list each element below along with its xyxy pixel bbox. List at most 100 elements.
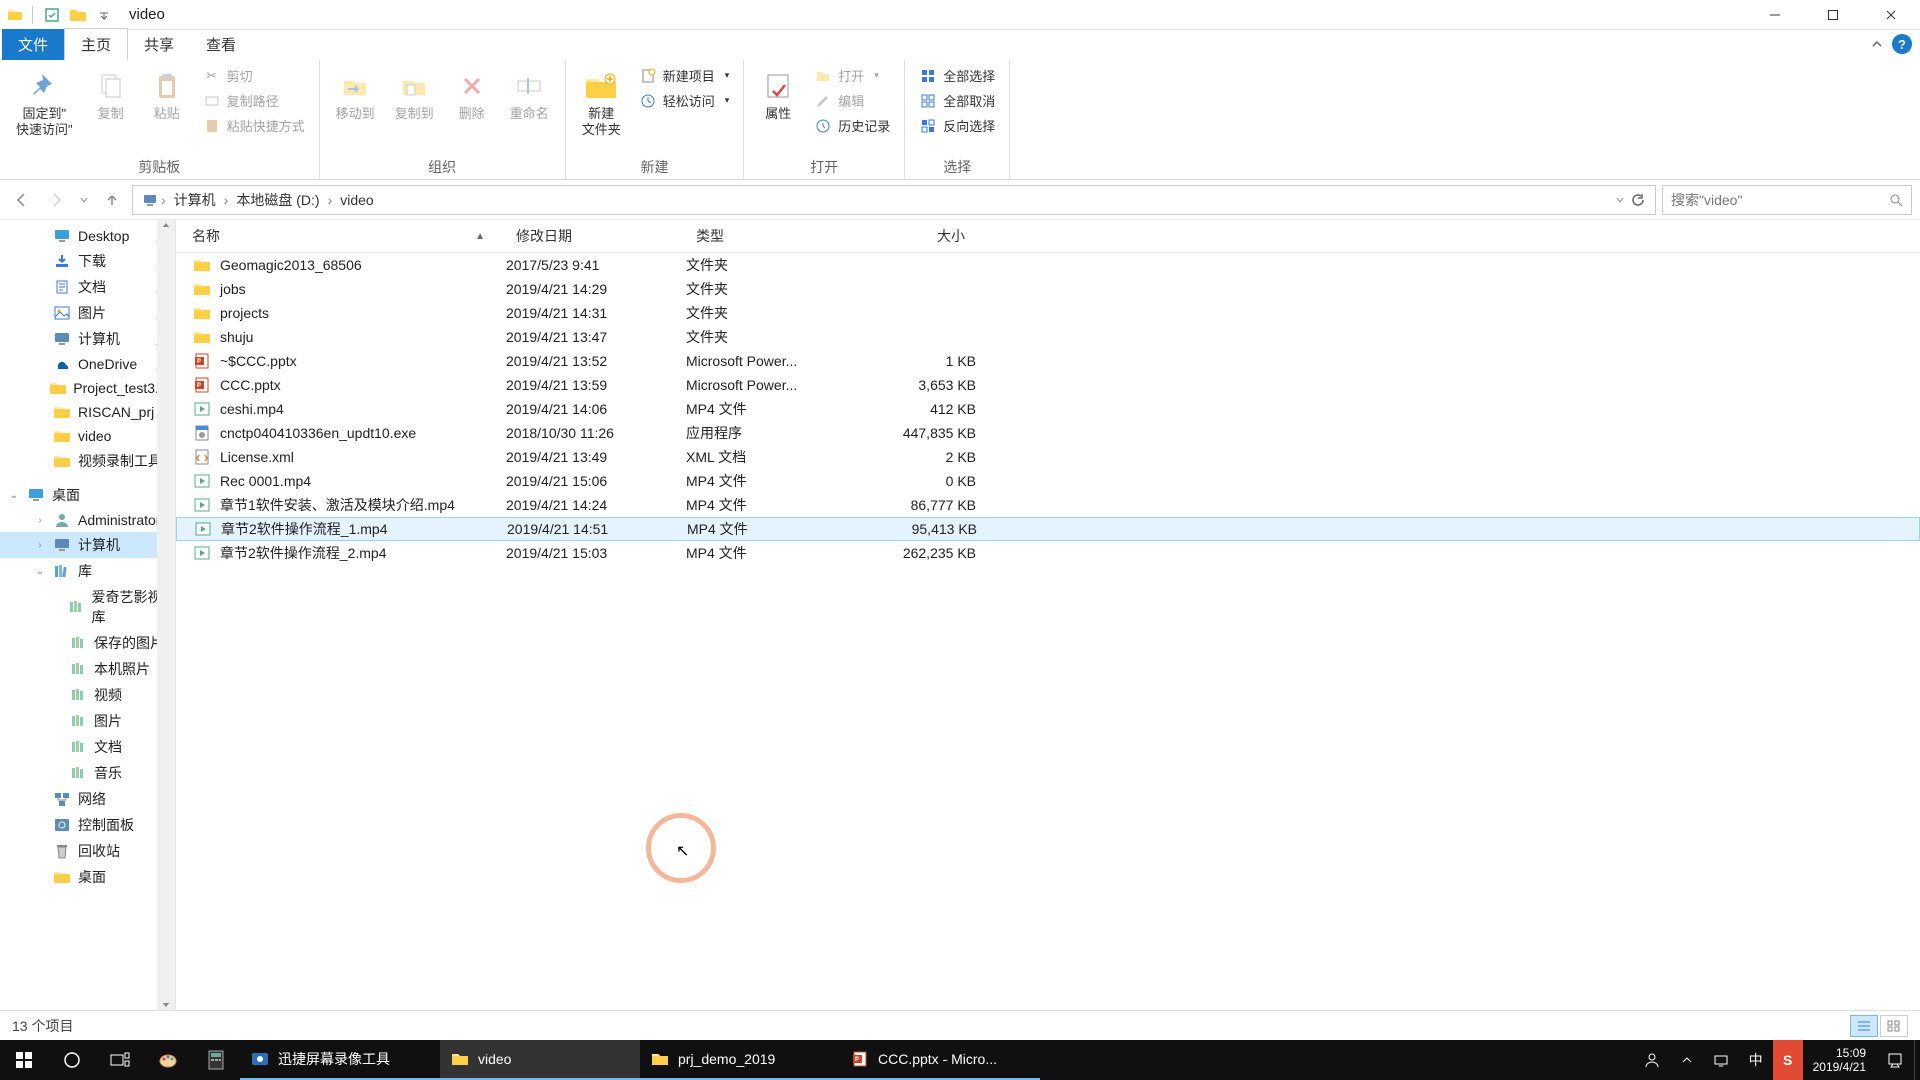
tree-item[interactable]: ›Administrator1 [0, 508, 175, 532]
tree-item[interactable]: 文档 [0, 734, 175, 760]
file-row[interactable]: License.xml2019/4/21 13:49XML 文档2 KB [176, 445, 1920, 469]
rename-button[interactable]: 重命名 [504, 64, 555, 126]
open-button[interactable]: 打开▾ [810, 64, 894, 87]
file-row[interactable]: Rec 0001.mp42019/4/21 15:06MP4 文件0 KB [176, 469, 1920, 493]
file-row[interactable]: jobs2019/4/21 14:29文件夹 [176, 277, 1920, 301]
tree-item[interactable]: ⌄库 [0, 558, 175, 584]
nav-back-button[interactable] [8, 186, 36, 214]
tree-item[interactable]: 图片 [0, 708, 175, 734]
copyto-button[interactable]: 复制到 [389, 64, 440, 126]
moveto-button[interactable]: 移动到 [330, 64, 381, 126]
tree-item[interactable]: 视频 [0, 682, 175, 708]
file-row[interactable]: 章节2软件操作流程_2.mp42019/4/21 15:03MP4 文件262,… [176, 541, 1920, 565]
tree-item[interactable]: Desktop📌 [0, 224, 175, 248]
file-row[interactable]: shuju2019/4/21 13:47文件夹 [176, 325, 1920, 349]
breadcrumb-item[interactable]: 计算机 [168, 190, 222, 210]
tb-ime-icon[interactable]: 中 [1739, 1040, 1773, 1080]
tree-item[interactable]: 视频录制工具 [0, 448, 175, 474]
col-type[interactable]: 类型 [686, 220, 856, 252]
qat-properties-icon[interactable] [41, 4, 63, 26]
navigation-tree[interactable]: Desktop📌下载📌文档📌图片📌计算机📌OneDrive📌Project_te… [0, 220, 176, 1010]
file-row[interactable]: 章节1软件安装、激活及模块介绍.mp42019/4/21 14:24MP4 文件… [176, 493, 1920, 517]
cut-button[interactable]: ✂剪切 [199, 64, 309, 87]
history-button[interactable]: 历史记录 [810, 114, 894, 137]
edit-button[interactable]: 编辑 [810, 89, 894, 112]
tree-item[interactable]: 爱奇艺影视库 [0, 584, 175, 630]
tb-pinned-calc[interactable] [192, 1040, 240, 1080]
cortana-button[interactable] [48, 1040, 96, 1080]
tab-view[interactable]: 查看 [190, 29, 252, 60]
paste-button[interactable]: 粘贴 [143, 64, 191, 126]
tb-people-icon[interactable] [1633, 1040, 1671, 1080]
new-folder-button[interactable]: 新建 文件夹 [576, 64, 627, 143]
file-row[interactable]: Geomagic2013_685062017/5/23 9:41文件夹 [176, 253, 1920, 277]
tb-notifications-icon[interactable] [1876, 1040, 1914, 1080]
qat-customize-icon[interactable] [93, 4, 115, 26]
file-row[interactable]: PCCC.pptx2019/4/21 13:59Microsoft Power.… [176, 373, 1920, 397]
tab-home[interactable]: 主页 [64, 28, 128, 60]
close-button[interactable] [1862, 0, 1920, 30]
tree-item[interactable]: 网络 [0, 786, 175, 812]
nav-forward-button[interactable] [42, 186, 70, 214]
show-desktop-button[interactable] [1914, 1040, 1920, 1080]
taskbar-task[interactable]: video [440, 1040, 640, 1080]
tree-item[interactable]: 文档📌 [0, 274, 175, 300]
tree-item[interactable]: Project_test3.R [0, 376, 175, 400]
file-row[interactable]: ceshi.mp42019/4/21 14:06MP4 文件412 KB [176, 397, 1920, 421]
select-all-button[interactable]: 全部选择 [915, 64, 999, 87]
copy-path-button[interactable]: 复制路径 [199, 89, 309, 112]
nav-up-button[interactable] [98, 186, 126, 214]
pin-quickaccess-button[interactable]: 固定到" 快速访问" [10, 64, 79, 143]
collapse-ribbon-icon[interactable] [1870, 37, 1884, 51]
view-details-button[interactable] [1850, 1015, 1878, 1037]
search-input[interactable] [1671, 192, 1889, 208]
view-icons-button[interactable] [1880, 1015, 1908, 1037]
select-none-button[interactable]: 全部取消 [915, 89, 999, 112]
breadcrumb[interactable]: › 计算机› 本地磁盘 (D:)› video [132, 185, 1656, 215]
file-row[interactable]: projects2019/4/21 14:31文件夹 [176, 301, 1920, 325]
breadcrumb-item[interactable]: video [334, 192, 379, 208]
tree-item[interactable]: 桌面 [0, 864, 175, 890]
new-item-button[interactable]: 新建项目▾ [635, 64, 734, 87]
tree-item[interactable]: 控制面板 [0, 812, 175, 838]
tree-item[interactable]: 下载📌 [0, 248, 175, 274]
tb-sogou-icon[interactable]: S [1773, 1040, 1803, 1080]
paste-shortcut-button[interactable]: 粘贴快捷方式 [199, 114, 309, 137]
taskbar-task[interactable]: prj_demo_2019 [640, 1040, 840, 1080]
tab-file[interactable]: 文件 [2, 29, 64, 60]
copy-button[interactable]: 复制 [87, 64, 135, 126]
minimize-button[interactable] [1746, 0, 1804, 30]
start-button[interactable] [0, 1040, 48, 1080]
tree-item[interactable]: 计算机📌 [0, 326, 175, 352]
tree-scrollbar[interactable] [157, 220, 175, 1010]
file-row[interactable]: cnctp040410336en_updt10.exe2018/10/30 11… [176, 421, 1920, 445]
tree-item[interactable]: 图片📌 [0, 300, 175, 326]
col-date[interactable]: 修改日期 [506, 220, 686, 252]
tb-tray-up-icon[interactable] [1671, 1040, 1703, 1080]
tree-item[interactable]: video [0, 424, 175, 448]
qat-newfolder-icon[interactable] [67, 4, 89, 26]
refresh-icon[interactable] [1631, 193, 1645, 207]
tree-item[interactable]: 本机照片 [0, 656, 175, 682]
maximize-button[interactable] [1804, 0, 1862, 30]
address-dropdown-icon[interactable] [1615, 195, 1625, 205]
tb-clock[interactable]: 15:09 2019/4/21 [1803, 1046, 1876, 1075]
search-box[interactable] [1662, 185, 1912, 215]
delete-button[interactable]: 删除 [448, 64, 496, 126]
col-name[interactable]: 名称▲ [176, 220, 506, 252]
tree-item[interactable]: 音乐 [0, 760, 175, 786]
tree-item[interactable]: OneDrive📌 [0, 352, 175, 376]
easy-access-button[interactable]: 轻松访问▾ [635, 89, 734, 112]
breadcrumb-item[interactable]: 本地磁盘 (D:) [230, 190, 325, 210]
file-row[interactable]: 章节2软件操作流程_1.mp42019/4/21 14:51MP4 文件95,4… [176, 517, 1920, 541]
help-icon[interactable]: ? [1892, 34, 1912, 54]
tree-item[interactable]: ›计算机 [0, 532, 175, 558]
taskbar-task[interactable]: 迅捷屏幕录像工具 [240, 1040, 440, 1080]
invert-selection-button[interactable]: 反向选择 [915, 114, 999, 137]
tb-pinned-paint[interactable] [144, 1040, 192, 1080]
tab-share[interactable]: 共享 [128, 29, 190, 60]
nav-recent-button[interactable] [76, 186, 92, 214]
tree-item[interactable]: 回收站 [0, 838, 175, 864]
taskview-button[interactable] [96, 1040, 144, 1080]
tree-item[interactable]: 保存的图片 [0, 630, 175, 656]
